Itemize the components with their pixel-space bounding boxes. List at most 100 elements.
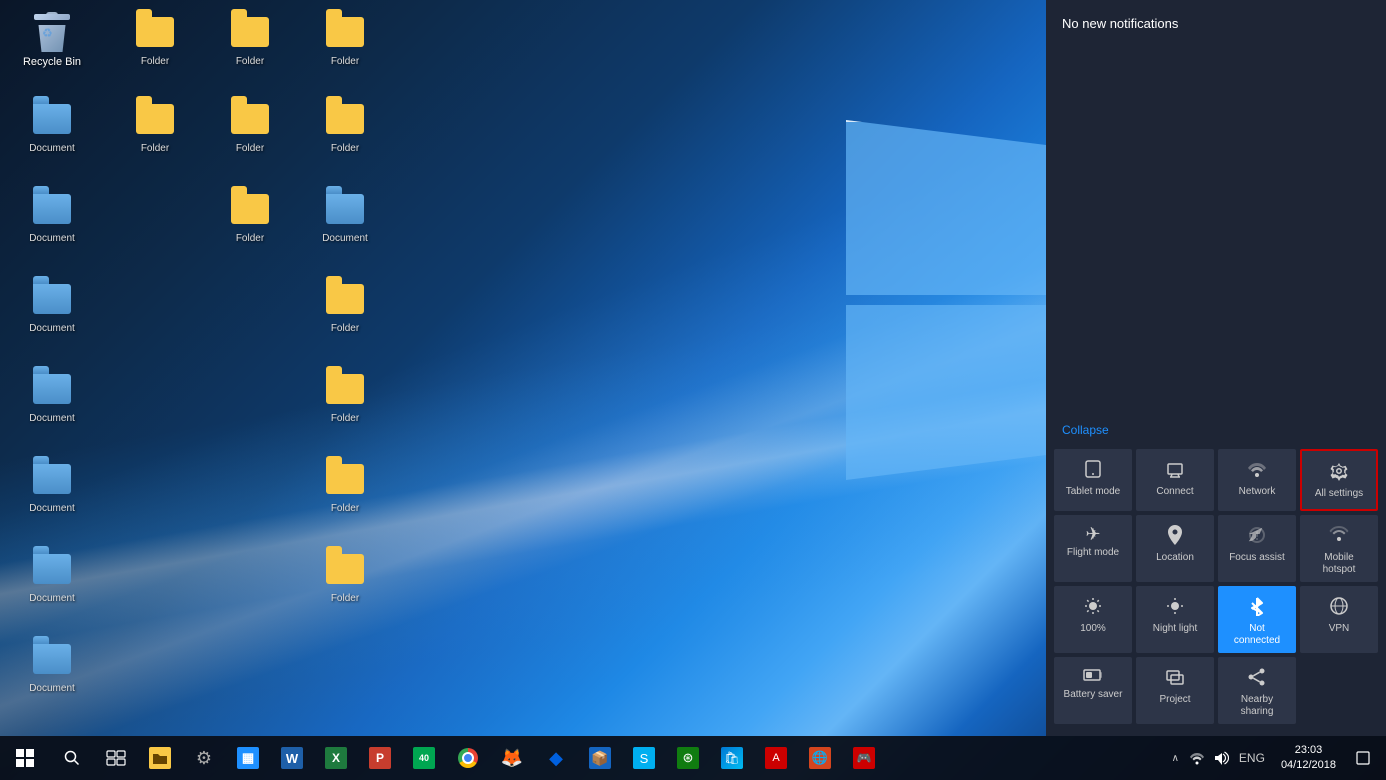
tray-volume-icon[interactable] xyxy=(1211,736,1231,780)
desktop-icon-doc7[interactable]: Document xyxy=(12,545,92,609)
ac-tile-network[interactable]: Network xyxy=(1218,449,1296,511)
ac-tile-tablet-mode[interactable]: Tablet mode xyxy=(1054,449,1132,511)
ac-collapse-button[interactable]: Collapse xyxy=(1046,415,1386,445)
ac-tile-project-label: Project xyxy=(1159,694,1190,706)
ac-tile-project[interactable]: Project xyxy=(1136,657,1214,724)
ac-tile-location[interactable]: Location xyxy=(1136,515,1214,582)
taskbar-app-blue[interactable]: 📦 xyxy=(578,736,622,780)
taskbar-store[interactable]: 🛍 xyxy=(710,736,754,780)
ac-grid-row2: ✈ Flight mode Location Focus xyxy=(1054,515,1378,582)
desktop-icon-folder4[interactable]: Folder xyxy=(115,95,195,159)
ac-tile-brightness-label: 100% xyxy=(1080,623,1106,635)
taskbar-word[interactable]: W xyxy=(270,736,314,780)
desktop-icon-recycle-bin[interactable]: ♻ Recycle Bin xyxy=(12,8,92,73)
action-center-panel: No new notifications Collapse Tablet mod… xyxy=(1046,0,1386,736)
desktop-icon-folder6[interactable]: Folder xyxy=(305,95,385,159)
taskbar-excel[interactable]: X xyxy=(314,736,358,780)
desktop-icon-folder2[interactable]: Folder xyxy=(210,8,290,72)
ac-tile-vpn-label: VPN xyxy=(1329,623,1350,635)
firefox-icon: 🦊 xyxy=(501,747,523,769)
ac-grid-row4: Battery saver Project xyxy=(1054,657,1378,724)
ac-tile-all-settings-label: All settings xyxy=(1315,488,1363,500)
xbox-icon: ⊛ xyxy=(677,747,699,769)
ac-tile-brightness[interactable]: 100% xyxy=(1054,586,1132,653)
chrome-icon xyxy=(458,748,478,768)
ac-grid-row1: Tablet mode Connect xyxy=(1054,449,1378,511)
desktop-icon-folder9[interactable]: Folder xyxy=(305,365,385,429)
ac-tile-focus-assist-label: Focus assist xyxy=(1229,552,1285,564)
ac-tile-connect[interactable]: Connect xyxy=(1136,449,1214,511)
ac-tile-connect-label: Connect xyxy=(1156,486,1193,498)
calculator-icon: ▦ xyxy=(237,747,259,769)
taskbar-tray: ∧ ENG 23:03 04/12/2018 xyxy=(1168,736,1386,780)
taskbar-settings[interactable]: ⚙ xyxy=(182,736,226,780)
ac-tile-nearby-sharing[interactable]: Nearby sharing xyxy=(1218,657,1296,724)
taskbar-avast[interactable]: A xyxy=(754,736,798,780)
taskbar-skype[interactable]: S xyxy=(622,736,666,780)
desktop-icon-doc1[interactable]: Document xyxy=(12,95,92,159)
desktop-icon-folder1[interactable]: Folder xyxy=(115,8,195,72)
ac-tile-bluetooth[interactable]: Not connected xyxy=(1218,586,1296,653)
desktop-icon-folder10[interactable]: Folder xyxy=(305,455,385,519)
desktop-icon-folder7[interactable]: Folder xyxy=(210,185,290,249)
location-icon xyxy=(1166,525,1184,548)
desktop-icon-doc5[interactable]: Document xyxy=(12,365,92,429)
tray-notification-button[interactable] xyxy=(1348,736,1378,780)
ac-tile-battery-saver[interactable]: Battery saver xyxy=(1054,657,1132,724)
nearby-sharing-icon xyxy=(1247,667,1267,690)
ac-grid-row3: 100% Night light xyxy=(1054,586,1378,653)
ac-tile-night-light[interactable]: Night light xyxy=(1136,586,1214,653)
recycle-bin-icon: ♻ xyxy=(32,12,72,52)
flight-mode-icon: ✈ xyxy=(1085,525,1100,543)
desktop-icon-doc3[interactable]: Document xyxy=(305,185,385,249)
ac-notifications-area xyxy=(1046,39,1386,415)
word-icon: W xyxy=(281,747,303,769)
tray-language[interactable]: ENG xyxy=(1235,751,1269,765)
all-settings-icon xyxy=(1329,461,1349,484)
desktop-icon-doc2[interactable]: Document xyxy=(12,185,92,249)
tray-clock[interactable]: 23:03 04/12/2018 xyxy=(1273,736,1344,780)
taskbar-dropbox[interactable]: ◆ xyxy=(534,736,578,780)
desktop-icon-folder11[interactable]: Folder xyxy=(305,545,385,609)
taskbar-file-explorer[interactable] xyxy=(138,736,182,780)
taskbar-app-orange[interactable]: 🌐 xyxy=(798,736,842,780)
ac-tile-vpn[interactable]: VPN xyxy=(1300,586,1378,653)
start-button[interactable] xyxy=(0,736,50,780)
ac-tile-focus-assist[interactable]: Focus assist xyxy=(1218,515,1296,582)
taskbar-app-purple[interactable]: 🎮 xyxy=(842,736,886,780)
desktop-icon-folder3[interactable]: Folder xyxy=(305,8,385,72)
taskbar-firefox[interactable]: 🦊 xyxy=(490,736,534,780)
focus-assist-icon xyxy=(1247,525,1267,548)
desktop-icon-doc4[interactable]: Document xyxy=(12,275,92,339)
desktop-icon-folder5[interactable]: Folder xyxy=(210,95,290,159)
desktop-icon-folder8[interactable]: Folder xyxy=(305,275,385,339)
taskbar-search-button[interactable] xyxy=(50,736,94,780)
ac-tile-bluetooth-label: Not connected xyxy=(1226,623,1288,647)
ac-tile-all-settings[interactable]: All settings xyxy=(1300,449,1378,511)
desktop-icon-doc8[interactable]: Document xyxy=(12,635,92,699)
app-blue-icon: 📦 xyxy=(589,747,611,769)
vpn-icon xyxy=(1329,596,1349,619)
taskbar: ⚙ ▦ W X P 40 🦊 ◆ 📦 S ⊛ 🛍 xyxy=(0,736,1386,780)
ac-tile-tablet-mode-label: Tablet mode xyxy=(1066,486,1120,498)
tray-overflow-button[interactable]: ∧ xyxy=(1168,753,1183,764)
taskbar-chrome[interactable] xyxy=(446,736,490,780)
windows-logo xyxy=(846,120,1066,480)
desktop-icon-doc6[interactable]: Document xyxy=(12,455,92,519)
taskbar-powerpoint[interactable]: P xyxy=(358,736,402,780)
taskbar-whatsapp[interactable]: 40 xyxy=(402,736,446,780)
settings-icon: ⚙ xyxy=(193,747,215,769)
tray-network-icon[interactable] xyxy=(1187,736,1207,780)
dropbox-icon: ◆ xyxy=(545,747,567,769)
taskbar-xbox[interactable]: ⊛ xyxy=(666,736,710,780)
ac-tile-mobile-hotspot-label: Mobile hotspot xyxy=(1308,552,1370,576)
ac-tile-mobile-hotspot[interactable]: Mobile hotspot xyxy=(1300,515,1378,582)
file-explorer-icon xyxy=(149,747,171,769)
taskbar-calculator[interactable]: ▦ xyxy=(226,736,270,780)
ac-header: No new notifications xyxy=(1046,0,1386,39)
ac-tile-nearby-sharing-label: Nearby sharing xyxy=(1226,694,1288,718)
bluetooth-icon xyxy=(1249,596,1265,619)
whatsapp-icon: 40 xyxy=(413,747,435,769)
ac-tile-flight-mode[interactable]: ✈ Flight mode xyxy=(1054,515,1132,582)
taskbar-task-view[interactable] xyxy=(94,736,138,780)
